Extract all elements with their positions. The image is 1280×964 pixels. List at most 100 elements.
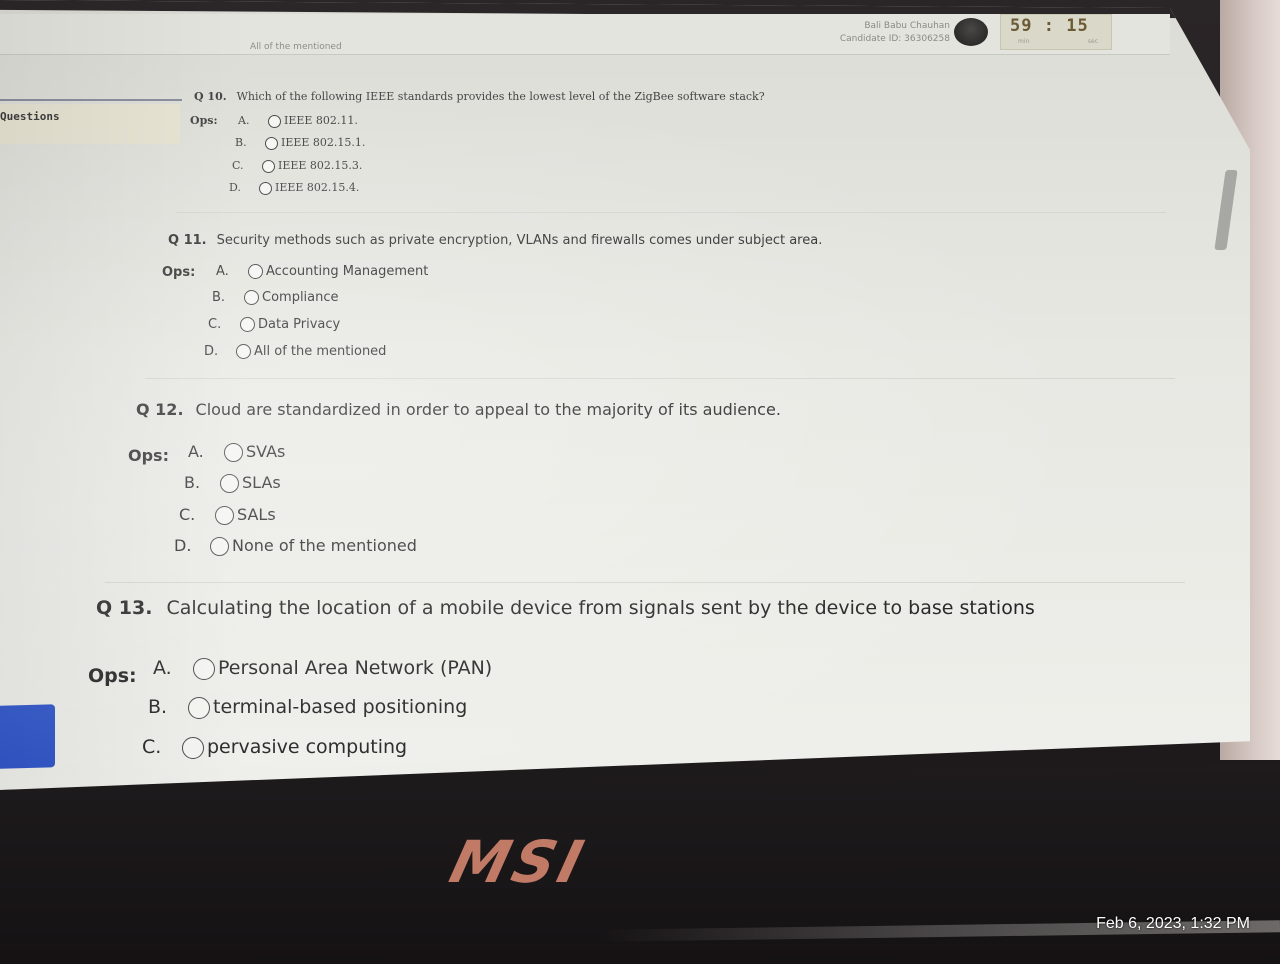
option-b[interactable]: B. terminal-based positioning xyxy=(148,696,467,719)
photo-timestamp: Feb 6, 2023, 1:32 PM xyxy=(1096,915,1250,932)
sidebar-divider xyxy=(0,99,182,101)
question-13: Q 13. Calculating the location of a mobil… xyxy=(88,597,1035,759)
option-text: Accounting Management xyxy=(266,264,429,279)
question-number: Q 12. xyxy=(136,400,184,419)
question-number: Q 13. xyxy=(96,597,153,619)
question-text: Cloud are standardized in order to appea… xyxy=(195,400,781,419)
ops-label: Ops: xyxy=(88,665,137,687)
option-text: Data Privacy xyxy=(258,317,341,332)
question-text: Calculating the location of a mobile dev… xyxy=(166,597,1035,619)
option-b[interactable]: B. Compliance xyxy=(212,290,339,305)
sidebar-questions-tab[interactable]: Questions xyxy=(0,104,180,144)
option-letter: B. xyxy=(235,136,247,149)
radio-button[interactable] xyxy=(244,290,259,305)
option-a[interactable]: A. Personal Area Network (PAN) xyxy=(153,657,492,680)
laptop-logo: MSI xyxy=(443,828,594,896)
timer-seconds-unit: sec xyxy=(1087,38,1098,45)
question-10: Q 10. Which of the following IEEE standar… xyxy=(190,90,765,195)
timer-units: min sec xyxy=(1018,38,1098,45)
option-text: None of the mentioned xyxy=(232,536,417,555)
timer-minutes-unit: min xyxy=(1018,38,1030,45)
option-letter: B. xyxy=(212,290,226,305)
radio-button[interactable] xyxy=(182,736,204,759)
option-text: pervasive computing xyxy=(207,736,408,758)
question-11-stem: Q 11. Security methods such as private en… xyxy=(168,233,822,248)
option-d[interactable]: D. IEEE 802.15.4. xyxy=(229,181,359,195)
option-b[interactable]: B. IEEE 802.15.1. xyxy=(235,136,365,150)
exam-screen: Bali Babu Chauhan Candidate ID: 36306258… xyxy=(0,0,1250,790)
option-letter: B. xyxy=(148,696,168,718)
radio-button[interactable] xyxy=(265,136,278,150)
question-10-stem: Q 10. Which of the following IEEE standar… xyxy=(194,90,765,103)
option-text: Personal Area Network (PAN) xyxy=(218,657,493,679)
radio-button[interactable] xyxy=(210,537,229,556)
ops-label: Ops: xyxy=(162,265,196,280)
question-divider xyxy=(105,582,1185,583)
option-c[interactable]: C. Data Privacy xyxy=(208,317,340,332)
radio-button[interactable] xyxy=(188,696,210,719)
countdown-timer: 59 : 15 xyxy=(1010,16,1089,36)
timer-separator: : xyxy=(1043,16,1055,36)
radio-button[interactable] xyxy=(248,264,263,279)
option-text: SVAs xyxy=(246,442,286,461)
option-letter: A. xyxy=(153,657,172,679)
scrollbar-thumb[interactable] xyxy=(1214,170,1238,250)
question-13-stem: Q 13. Calculating the location of a mobil… xyxy=(96,597,1035,619)
option-a[interactable]: A. Accounting Management xyxy=(216,264,428,279)
question-number: Q 10. xyxy=(194,90,227,103)
option-letter: C. xyxy=(208,317,222,332)
question-divider xyxy=(145,378,1175,379)
option-letter: C. xyxy=(179,505,196,524)
radio-button[interactable] xyxy=(259,181,272,195)
radio-button[interactable] xyxy=(236,344,251,359)
option-letter: A. xyxy=(188,442,204,461)
radio-button[interactable] xyxy=(224,443,243,462)
question-divider xyxy=(176,212,1166,213)
option-letter: D. xyxy=(204,344,219,359)
option-d[interactable]: D. All of the mentioned xyxy=(204,344,386,359)
photo-scene: Bali Babu Chauhan Candidate ID: 36306258… xyxy=(0,0,1280,964)
radio-button[interactable] xyxy=(262,159,275,173)
candidate-info: Bali Babu Chauhan Candidate ID: 36306258 xyxy=(800,20,950,46)
option-letter: C. xyxy=(232,159,244,172)
option-text: IEEE 802.15.3. xyxy=(278,159,363,172)
sidebar-action-button[interactable] xyxy=(0,704,55,769)
option-text: IEEE 802.15.4. xyxy=(275,181,360,194)
ops-label: Ops: xyxy=(128,446,169,465)
option-c[interactable]: C. pervasive computing xyxy=(142,736,407,759)
option-text: terminal-based positioning xyxy=(213,696,468,718)
option-b[interactable]: B. SLAs xyxy=(184,473,281,493)
radio-button[interactable] xyxy=(220,474,239,493)
option-letter: A. xyxy=(238,114,250,127)
question-12: Q 12. Cloud are standardized in order to … xyxy=(128,400,781,556)
radio-button[interactable] xyxy=(193,657,215,680)
radio-button[interactable] xyxy=(240,317,255,332)
option-text: All of the mentioned xyxy=(254,344,387,359)
radio-button[interactable] xyxy=(215,506,234,525)
radio-button[interactable] xyxy=(268,114,281,128)
option-letter: C. xyxy=(142,736,162,758)
option-a[interactable]: A. IEEE 802.11. xyxy=(238,114,358,128)
timer-minutes: 59 xyxy=(1010,16,1033,36)
option-text: Compliance xyxy=(262,290,339,305)
option-text: SALs xyxy=(237,505,276,524)
question-text: Security methods such as private encrypt… xyxy=(216,233,823,248)
option-letter: A. xyxy=(216,264,229,279)
question-number: Q 11. xyxy=(168,233,207,248)
sidebar-questions-label: Questions xyxy=(0,110,60,123)
option-text: IEEE 802.15.1. xyxy=(281,136,366,149)
option-text: IEEE 802.11. xyxy=(284,114,358,127)
question-text: Which of the following IEEE standards pr… xyxy=(236,90,765,103)
candidate-name: Bali Babu Chauhan xyxy=(864,21,950,31)
ops-label: Ops: xyxy=(190,114,218,127)
candidate-avatar xyxy=(954,18,988,46)
option-letter: D. xyxy=(174,536,192,555)
option-d[interactable]: D. None of the mentioned xyxy=(174,536,417,556)
option-a[interactable]: A. SVAs xyxy=(188,442,285,462)
option-letter: B. xyxy=(184,473,201,492)
exam-header xyxy=(0,14,1170,55)
option-c[interactable]: C. IEEE 802.15.3. xyxy=(232,159,362,173)
question-12-stem: Q 12. Cloud are standardized in order to … xyxy=(136,400,781,419)
option-c[interactable]: C. SALs xyxy=(179,505,276,525)
candidate-id: Candidate ID: 36306258 xyxy=(839,34,950,44)
